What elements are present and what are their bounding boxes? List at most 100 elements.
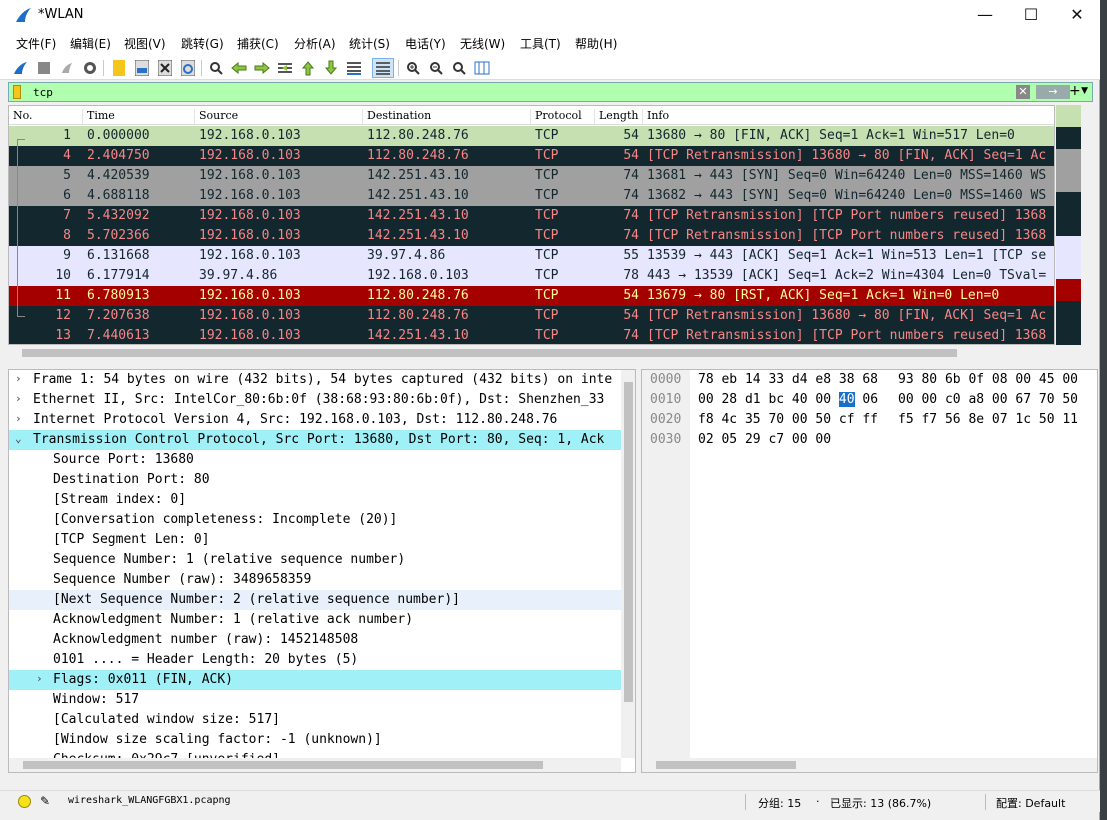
detail-line[interactable]: Sequence Number: 1 (relative sequence nu… <box>9 550 621 570</box>
open-folder-icon[interactable] <box>110 59 128 77</box>
detail-line[interactable]: ⌄ Transmission Control Protocol, Src Port… <box>9 430 621 450</box>
packet-row[interactable]: 10 6.177914 39.97.4.86 192.168.0.103 TCP 78 44… <box>9 266 1054 286</box>
hex-bytes-b[interactable]: 93 80 6b 0f 08 00 45 00 <box>898 372 1078 387</box>
detail-line[interactable]: [Stream index: 0] <box>9 490 621 510</box>
chevron-right-icon[interactable]: › <box>15 392 22 405</box>
detail-line[interactable]: 0101 .... = Header Length: 20 bytes (5) <box>9 650 621 670</box>
minimize-button[interactable]: — <box>962 0 1008 31</box>
add-filter-button[interactable]: + <box>1069 83 1081 99</box>
menu-go[interactable]: 跳转(G) <box>181 35 224 52</box>
zoom-out-icon[interactable] <box>427 59 445 77</box>
detail-line[interactable]: › Flags: 0x011 (FIN, ACK) <box>9 670 621 690</box>
display-filter-bar[interactable]: tcp ✕ → ▼ <box>8 82 1093 102</box>
save-icon[interactable] <box>133 59 151 77</box>
menu-capture[interactable]: 捕获(C) <box>237 35 279 52</box>
scroll-thumb[interactable] <box>624 382 633 702</box>
hex-bytes-b[interactable]: 00 00 c0 a8 00 67 70 50 <box>898 392 1078 407</box>
restart-icon[interactable] <box>58 59 76 77</box>
column-header-info[interactable]: Info <box>643 109 1054 124</box>
column-header-length[interactable]: Length <box>595 109 643 124</box>
menu-tools[interactable]: 工具(T) <box>520 35 561 52</box>
detail-line[interactable]: [Window size scaling factor: -1 (unknown… <box>9 730 621 750</box>
menu-help[interactable]: 帮助(H) <box>575 35 617 52</box>
menu-edit[interactable]: 编辑(E) <box>70 35 111 52</box>
close-button[interactable]: ✕ <box>1054 0 1100 31</box>
packet-row[interactable]: 5 4.420539 192.168.0.103 142.251.43.10 TCP 74… <box>9 166 1054 186</box>
packet-list-hscroll[interactable] <box>8 346 1055 360</box>
hex-bytes-a[interactable]: 78 eb 14 33 d4 e8 38 68 <box>698 372 878 387</box>
first-packet-icon[interactable] <box>299 59 317 77</box>
display-filter-input[interactable]: tcp <box>33 86 53 99</box>
menu-wireless[interactable]: 无线(W) <box>460 35 505 52</box>
hex-byte-selected[interactable]: 40 <box>838 392 855 407</box>
menu-file[interactable]: 文件(F) <box>16 35 56 52</box>
details-vscroll[interactable] <box>621 370 635 758</box>
last-packet-icon[interactable] <box>322 59 340 77</box>
details-hscroll[interactable] <box>9 758 621 772</box>
zoom-in-icon[interactable] <box>404 59 422 77</box>
detail-line[interactable]: [Conversation completeness: Incomplete (… <box>9 510 621 530</box>
resize-columns-icon[interactable] <box>473 59 491 77</box>
packet-row[interactable]: 11 6.780913 192.168.0.103 112.80.248.76 TCP 5… <box>9 286 1054 306</box>
chevron-down-icon[interactable]: ▼ <box>1081 86 1088 96</box>
stop-icon[interactable] <box>35 59 53 77</box>
apply-filter-button[interactable]: → <box>1036 85 1070 99</box>
detail-line[interactable]: [TCP Segment Len: 0] <box>9 530 621 550</box>
detail-line[interactable]: Acknowledgment Number: 1 (relative ack n… <box>9 610 621 630</box>
packet-list-vscroll[interactable] <box>1081 105 1093 345</box>
packet-row[interactable]: 9 6.131668 192.168.0.103 39.97.4.86 TCP 55 135… <box>9 246 1054 266</box>
scroll-thumb[interactable] <box>23 761 543 769</box>
column-header-destination[interactable]: Destination <box>363 109 531 124</box>
scroll-thumb[interactable] <box>656 761 796 769</box>
column-header-time[interactable]: Time <box>83 109 195 124</box>
packet-row[interactable]: 7 5.432092 192.168.0.103 142.251.43.10 TCP 74… <box>9 206 1054 226</box>
hex-bytes-b[interactable]: f5 f7 56 8e 07 1c 50 11 <box>898 412 1078 427</box>
chevron-right-icon[interactable]: › <box>15 412 22 425</box>
clear-filter-icon[interactable]: ✕ <box>1016 85 1030 99</box>
packet-row[interactable]: 8 5.702366 192.168.0.103 142.251.43.10 TCP 74… <box>9 226 1054 246</box>
normal-size-icon[interactable] <box>450 59 468 77</box>
packet-row[interactable]: 4 2.404750 192.168.0.103 112.80.248.76 TCP 54… <box>9 146 1054 166</box>
detail-line[interactable]: Destination Port: 80 <box>9 470 621 490</box>
packet-row[interactable]: 13 7.440613 192.168.0.103 142.251.43.10 TCP 7… <box>9 326 1054 344</box>
menu-telephony[interactable]: 电话(Y) <box>405 35 446 52</box>
packet-row[interactable]: 6 4.688118 192.168.0.103 142.251.43.10 TCP 74… <box>9 186 1054 206</box>
detail-line[interactable]: Source Port: 13680 <box>9 450 621 470</box>
hex-bytes-a[interactable]: f8 4c 35 70 00 50 cf ff <box>698 412 878 427</box>
hex-bytes-a[interactable]: 02 05 29 c7 00 00 <box>698 432 831 447</box>
column-header-no[interactable]: No. <box>9 109 83 124</box>
edit-comment-icon[interactable]: ✎ <box>40 794 50 808</box>
forward-arrow-icon[interactable] <box>253 59 271 77</box>
detail-line[interactable]: [Next Sequence Number: 2 (relative seque… <box>9 590 621 610</box>
colorize-icon[interactable] <box>372 58 394 78</box>
back-arrow-icon[interactable] <box>230 59 248 77</box>
chevron-right-icon[interactable]: › <box>15 372 22 385</box>
detail-line[interactable]: › Frame 1: 54 bytes on wire (432 bits), 5… <box>9 370 621 390</box>
detail-line[interactable]: › Internet Protocol Version 4, Src: 192.1… <box>9 410 621 430</box>
packet-row[interactable]: 1 0.000000 192.168.0.103 112.80.248.76 TCP 54… <box>9 126 1054 146</box>
options-gear-icon[interactable] <box>81 59 99 77</box>
column-header-source[interactable]: Source <box>195 109 363 124</box>
hscroll-thumb[interactable] <box>22 349 957 357</box>
bytes-hscroll[interactable] <box>642 758 1097 772</box>
find-icon[interactable] <box>207 59 225 77</box>
reload-icon[interactable] <box>179 59 197 77</box>
close-file-icon[interactable] <box>156 59 174 77</box>
column-header-protocol[interactable]: Protocol <box>531 109 595 124</box>
detail-line[interactable]: [Calculated window size: 517] <box>9 710 621 730</box>
packet-row[interactable]: 12 7.207638 192.168.0.103 112.80.248.76 TCP 5… <box>9 306 1054 326</box>
profile-label[interactable]: 配置: Default <box>996 795 1065 811</box>
filter-bookmark-icon[interactable] <box>13 85 21 99</box>
detail-line[interactable]: › Ethernet II, Src: IntelCor_80:6b:0f (38… <box>9 390 621 410</box>
detail-line[interactable]: Acknowledgment number (raw): 1452148508 <box>9 630 621 650</box>
packet-minimap[interactable] <box>1056 105 1081 345</box>
menu-analyze[interactable]: 分析(A) <box>294 35 336 52</box>
maximize-button[interactable]: ☐ <box>1008 0 1054 31</box>
chevron-down-icon[interactable]: ⌄ <box>15 432 22 445</box>
detail-line[interactable]: Sequence Number (raw): 3489658359 <box>9 570 621 590</box>
go-to-packet-icon[interactable] <box>276 59 294 77</box>
chevron-right-icon[interactable]: › <box>36 672 43 685</box>
hex-bytes-a[interactable]: 00 28 d1 bc 40 00 40 06 <box>698 392 878 407</box>
shark-fin-start-icon[interactable] <box>12 59 30 77</box>
expert-info-icon[interactable] <box>18 795 31 808</box>
